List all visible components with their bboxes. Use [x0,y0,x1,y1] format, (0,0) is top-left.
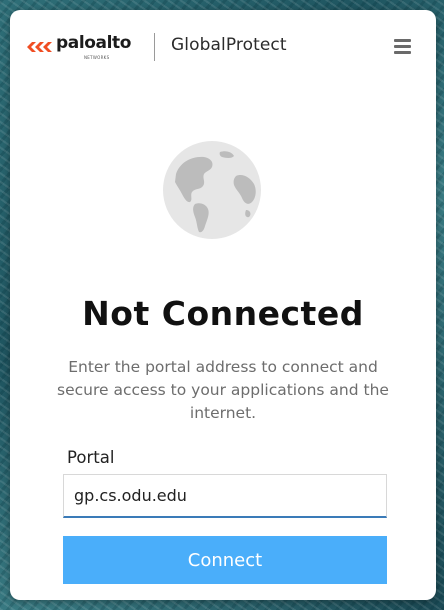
connection-status-description: Enter the portal address to connect and … [57,358,389,422]
hamburger-menu-icon[interactable] [392,38,414,56]
header-divider [154,33,155,61]
globe-icon [163,141,261,239]
header-bar: paloalto NETWORKS GlobalProtect [10,10,436,82]
brand-subtitle: NETWORKS [84,55,110,60]
app-title: GlobalProtect [171,35,287,55]
globalprotect-window: paloalto NETWORKS GlobalProtect Not Conn… [10,10,436,600]
connection-status-title: Not Connected [82,294,364,333]
portal-label: Portal [67,448,115,467]
connect-button[interactable]: Connect [63,536,387,584]
portal-input[interactable] [63,474,387,518]
brand-name: paloalto [56,33,132,53]
paloalto-logo-icon [27,42,52,52]
